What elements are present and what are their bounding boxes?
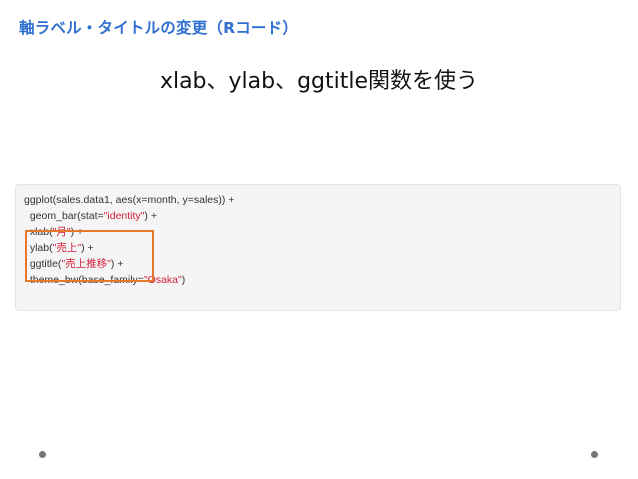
code-line-2-call: geom_bar(stat= [24, 210, 104, 222]
slide-dot-left [39, 451, 46, 458]
code-line-2: geom_bar(stat="identity") + [24, 210, 157, 222]
slide-subtitle: xlab、ylab、ggtitle関数を使う [159, 69, 479, 94]
slide-heading: 軸ラベル・タイトルの変更（Rコード） [19, 19, 299, 37]
code-line-2-string: "identity" [103, 210, 145, 222]
code-line-1: ggplot(sales.data1, aes(x=month, y=sales… [24, 194, 235, 206]
code-line-6-end: ) [181, 274, 186, 286]
code-block: ggplot(sales.data1, aes(x=month, y=sales… [15, 184, 621, 311]
code-line-2-end: ) + [144, 210, 157, 222]
highlight-box [25, 230, 154, 282]
slide-dot-right [591, 451, 598, 458]
